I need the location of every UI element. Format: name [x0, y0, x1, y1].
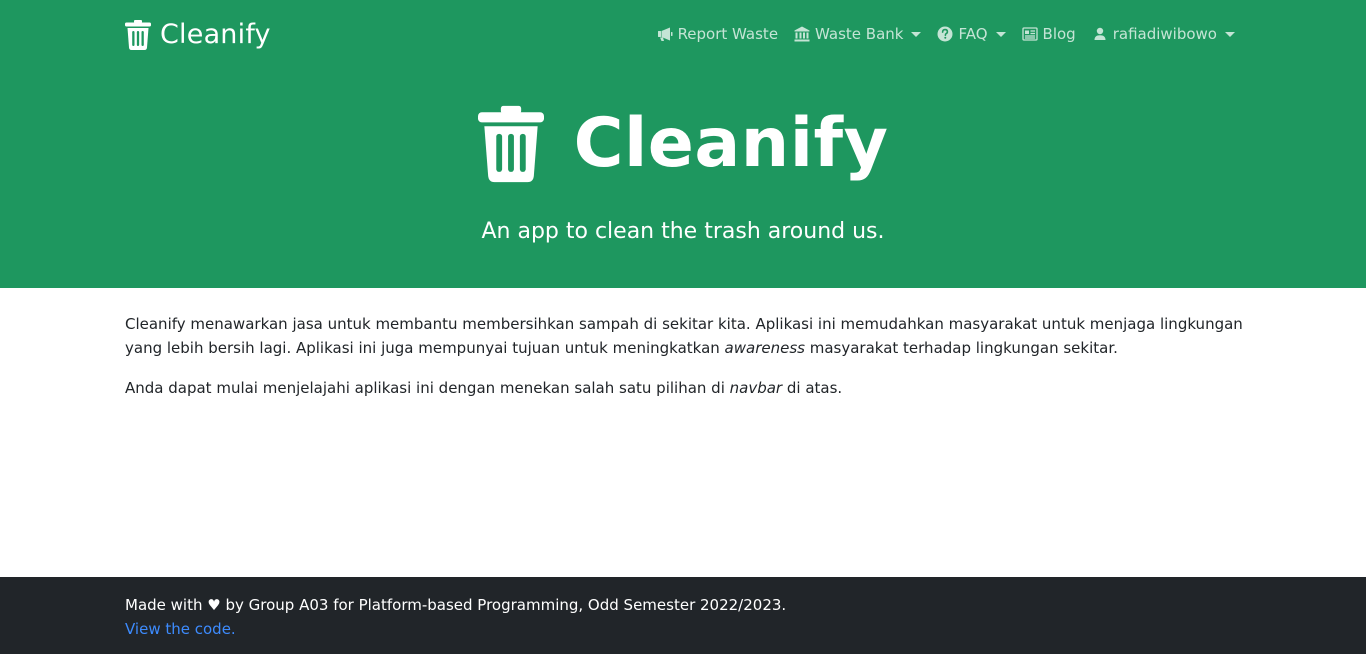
hint-text-end: di atas.: [782, 379, 843, 397]
nav-user-menu[interactable]: rafiadiwibowo: [1092, 22, 1235, 46]
chevron-down-icon: [1225, 32, 1235, 37]
nav-blog-label: Blog: [1042, 25, 1076, 43]
brand-name: Cleanify: [160, 19, 271, 50]
nav-faq-label: FAQ: [958, 25, 988, 43]
trash-icon: [477, 105, 574, 183]
hero-subtitle: An app to clean the trash around us.: [481, 219, 885, 244]
bank-icon: [794, 26, 815, 42]
hint-emphasis: navbar: [729, 379, 783, 397]
chevron-down-icon: [911, 32, 922, 37]
hero-title: Cleanify: [0, 98, 1366, 190]
hero-title-text: Cleanify: [573, 104, 889, 183]
footer-text-end: by Group A03 for Platform-based Programm…: [220, 596, 787, 614]
intro-paragraph: Cleanify menawarkan jasa untuk membantu …: [125, 312, 1245, 360]
nav-blog[interactable]: Blog: [1021, 22, 1076, 46]
nav-user-label: rafiadiwibowo: [1112, 25, 1217, 43]
newspaper-icon: [1021, 26, 1043, 42]
megaphone-icon: [657, 26, 678, 42]
nav-report-waste[interactable]: Report Waste: [657, 22, 778, 46]
nav-report-waste-label: Report Waste: [677, 25, 779, 43]
heart-icon: ♥: [207, 596, 221, 614]
nav-waste-bank[interactable]: Waste Bank: [794, 22, 922, 46]
nav-faq[interactable]: FAQ: [937, 22, 1006, 46]
main-content: Cleanify menawarkan jasa untuk membantu …: [125, 312, 1245, 416]
hero-section: Cleanify Report Waste Waste Bank FAQ Blo…: [0, 0, 1366, 288]
hint-text: Anda dapat mulai menjelajahi aplikasi in…: [125, 379, 730, 397]
footer-credit: Made with ♥ by Group A03 for Platform-ba…: [125, 593, 1241, 617]
question-circle-icon: [937, 26, 958, 42]
trash-icon: [125, 20, 151, 50]
navigation-hint-paragraph: Anda dapat mulai menjelajahi aplikasi in…: [125, 376, 1245, 400]
footer-text: Made with: [125, 596, 208, 614]
chevron-down-icon: [995, 32, 1006, 37]
user-icon: [1092, 26, 1113, 42]
intro-text-end: masyarakat terhadap lingkungan sekitar.: [804, 339, 1118, 357]
nav-waste-bank-label: Waste Bank: [815, 25, 904, 43]
intro-emphasis: awareness: [724, 339, 805, 357]
nav-links: Report Waste Waste Bank FAQ Blog rafiadi…: [657, 22, 1235, 46]
navbar: Cleanify Report Waste Waste Bank FAQ Blo…: [0, 0, 1366, 70]
navbar-brand[interactable]: Cleanify: [125, 17, 271, 53]
view-code-link[interactable]: View the code.: [125, 620, 236, 638]
footer: Made with ♥ by Group A03 for Platform-ba…: [0, 577, 1366, 654]
